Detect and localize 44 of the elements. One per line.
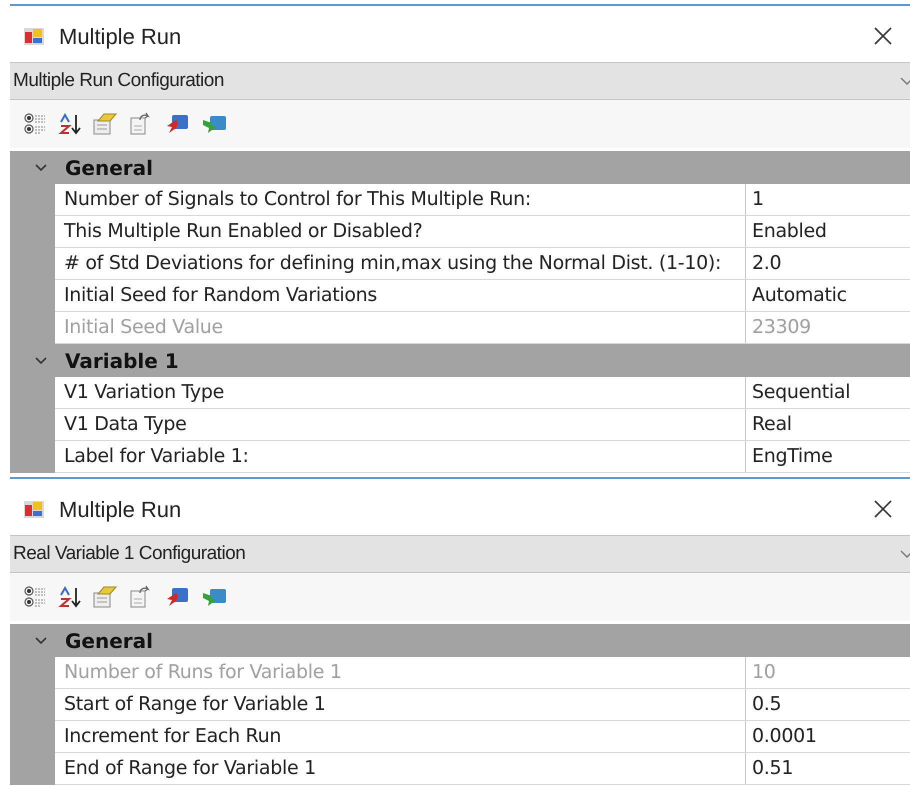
- property-value[interactable]: EngTime: [746, 441, 910, 472]
- property-label[interactable]: # of Std Deviations for defining min,max using the Normal Dist. (1-10):: [55, 248, 746, 279]
- property-value[interactable]: Real: [746, 409, 910, 440]
- config-selector[interactable]: Real Variable 1 Configuration: [10, 535, 910, 573]
- window-title: Multiple Run: [59, 22, 182, 51]
- property-value[interactable]: 0.51: [746, 753, 910, 784]
- config-selector[interactable]: Multiple Run Configuration: [10, 62, 910, 100]
- close-icon[interactable]: [873, 499, 893, 519]
- categorized-view-icon[interactable]: [24, 112, 48, 136]
- property-value[interactable]: Automatic: [746, 280, 910, 311]
- close-icon[interactable]: [873, 26, 893, 46]
- property-value[interactable]: Sequential: [746, 377, 910, 408]
- property-label[interactable]: End of Range for Variable 1: [55, 753, 746, 784]
- app-icon: [23, 498, 45, 520]
- properties-page-icon[interactable]: [92, 585, 118, 609]
- property-label[interactable]: V1 Variation Type: [55, 377, 746, 408]
- property-value[interactable]: 0.0001: [746, 721, 910, 752]
- property-label[interactable]: V1 Data Type: [55, 409, 746, 440]
- app-icon: [23, 25, 45, 47]
- export-page-icon[interactable]: [128, 112, 152, 136]
- property-value[interactable]: 0.5: [746, 689, 910, 720]
- sort-icon[interactable]: [58, 585, 82, 609]
- categorized-view-icon[interactable]: [24, 585, 48, 609]
- chevron-icon[interactable]: [34, 636, 48, 646]
- section-header: Variable 1: [65, 348, 179, 374]
- chevron-icon[interactable]: [34, 162, 48, 172]
- property-value[interactable]: 2.0: [746, 248, 910, 279]
- export-page-icon[interactable]: [128, 585, 152, 609]
- property-label[interactable]: This Multiple Run Enabled or Disabled?: [55, 216, 746, 247]
- property-value[interactable]: 1: [746, 184, 910, 215]
- chevron-icon[interactable]: [34, 356, 48, 366]
- section-header: General: [65, 628, 153, 654]
- property-label[interactable]: Number of Signals to Control for This Multiple Run:: [55, 184, 746, 215]
- property-label[interactable]: Label for Variable 1:: [55, 441, 746, 472]
- property-value[interactable]: Enabled: [746, 216, 910, 247]
- properties-page-icon[interactable]: [92, 112, 118, 136]
- dropdown-chevron-icon[interactable]: [900, 76, 910, 86]
- dropdown-chevron-icon[interactable]: [900, 550, 910, 558]
- property-label[interactable]: Increment for Each Run: [55, 721, 746, 752]
- window-title: Multiple Run: [59, 496, 182, 524]
- section-header: General: [65, 154, 153, 182]
- property-label[interactable]: Start of Range for Variable 1: [55, 689, 746, 720]
- property-label[interactable]: Initial Seed for Random Variations: [55, 280, 746, 311]
- sort-icon[interactable]: [58, 112, 82, 136]
